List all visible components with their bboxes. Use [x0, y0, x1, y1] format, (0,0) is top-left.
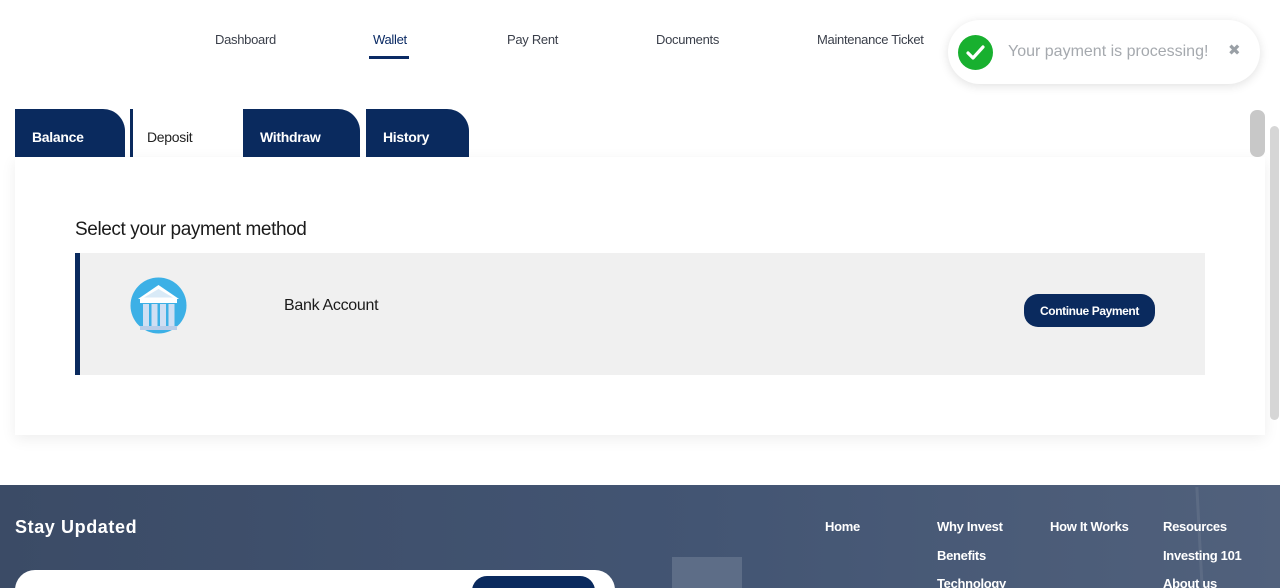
footer-link-why-invest[interactable]: Why Invest: [937, 519, 1003, 534]
tab-deposit-label: Deposit: [147, 129, 193, 145]
payment-method-panel: Select your payment method Bank Account …: [15, 157, 1265, 435]
tab-balance-label: Balance: [32, 129, 84, 145]
tab-history[interactable]: History: [366, 109, 469, 158]
close-icon[interactable]: ✖: [1228, 41, 1241, 59]
footer-title: Stay Updated: [15, 517, 138, 537]
nav-pay-rent[interactable]: Pay Rent: [507, 32, 558, 47]
footer-link-resources[interactable]: Resources: [1163, 519, 1227, 534]
bank-icon: [130, 277, 187, 334]
footer-building-graphic: [672, 557, 742, 588]
page-scrollbar[interactable]: [1270, 126, 1279, 420]
bank-account-label: Bank Account: [284, 297, 379, 314]
footer-crane-graphic: [1195, 486, 1204, 588]
tab-deposit[interactable]: Deposit: [130, 109, 240, 158]
nav-wallet[interactable]: Wallet: [373, 32, 407, 47]
tab-withdraw[interactable]: Withdraw: [243, 109, 360, 158]
nav-dashboard[interactable]: Dashboard: [215, 32, 276, 47]
panel-scroll-thumb[interactable]: [1250, 110, 1265, 157]
continue-payment-button[interactable]: Continue Payment: [1024, 294, 1155, 327]
footer-link-how-it-works[interactable]: How It Works: [1050, 519, 1129, 534]
panel-title: Select your payment method: [75, 219, 307, 240]
payment-method-card[interactable]: Bank Account Continue Payment: [75, 253, 1205, 375]
footer-link-benefits[interactable]: Benefits: [937, 548, 986, 563]
nav-documents[interactable]: Documents: [656, 32, 719, 47]
payment-toast: Your payment is processing! ✖: [948, 20, 1260, 84]
footer: Stay Updated Home Why Invest Benefits Te…: [0, 485, 1280, 588]
check-icon: [958, 35, 993, 70]
footer-link-technology[interactable]: Technology: [937, 576, 1006, 588]
footer-link-about-us[interactable]: About us: [1163, 576, 1217, 588]
tab-withdraw-label: Withdraw: [260, 129, 321, 145]
footer-link-home[interactable]: Home: [825, 519, 860, 534]
nav-active-indicator: [369, 56, 409, 59]
footer-link-investing-101[interactable]: Investing 101: [1163, 548, 1242, 563]
nav-maintenance-ticket[interactable]: Maintenance Ticket: [817, 32, 924, 47]
tab-balance[interactable]: Balance: [15, 109, 125, 158]
newsletter-submit-button[interactable]: [472, 576, 595, 588]
tab-history-label: History: [383, 129, 430, 145]
toast-message: Your payment is processing!: [1008, 43, 1209, 60]
